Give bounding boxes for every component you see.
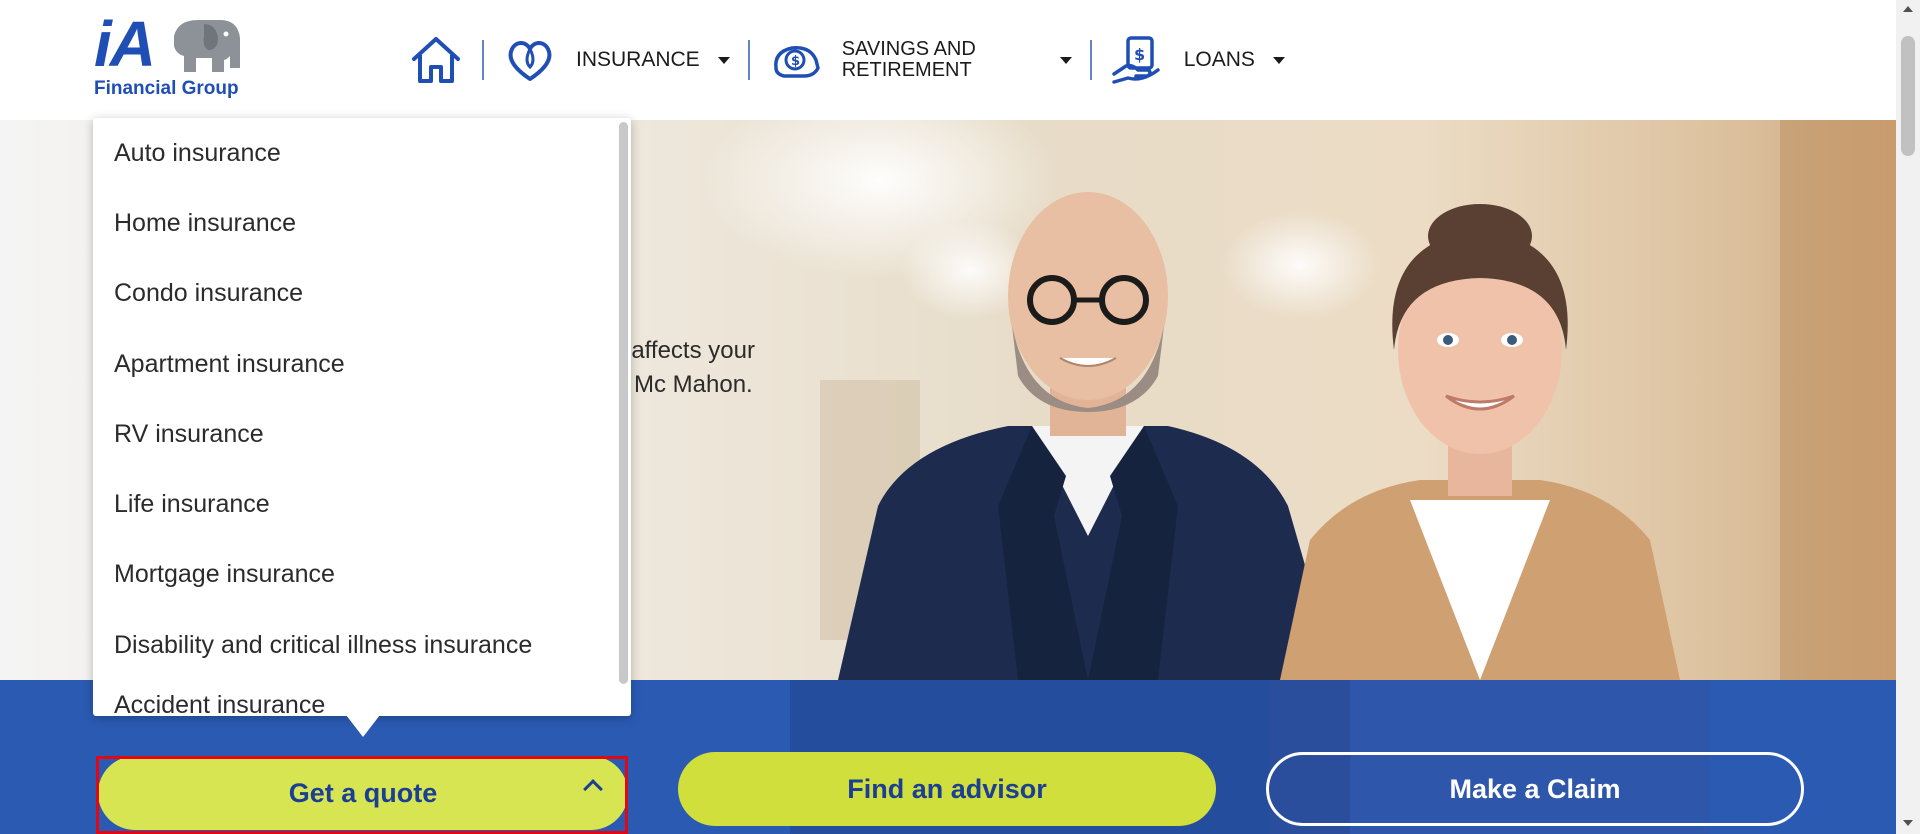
dropdown-item-rv-insurance[interactable]: RV insurance (93, 399, 631, 469)
piggy-bank-dollar-icon: $ (768, 32, 824, 88)
nav-loans[interactable]: $ LOANS (1110, 32, 1285, 88)
hero-text-line: t affects your (618, 337, 755, 364)
nav-insurance[interactable]: INSURANCE (502, 32, 730, 88)
heart-icon (502, 32, 558, 88)
chevron-up-icon (583, 779, 603, 799)
chevron-down-icon (1059, 56, 1072, 64)
hero-woman-photo (1280, 204, 1680, 680)
nav-divider (747, 40, 750, 80)
nav-insurance-label: INSURANCE (576, 48, 700, 71)
dropdown-item-life-insurance[interactable]: Life insurance (93, 469, 631, 539)
scroll-up-icon[interactable] (1903, 6, 1913, 12)
ia-financial-group-logo[interactable]: iA Financial Group (94, 12, 254, 100)
make-a-claim-label: Make a Claim (1449, 773, 1621, 804)
logo-brand-text: iA (94, 8, 156, 80)
nav-home-button[interactable] (408, 32, 464, 88)
scroll-down-icon[interactable] (1903, 820, 1913, 826)
nav-savings-label: SAVINGS AND RETIREMENT (841, 38, 976, 81)
get-a-quote-label: Get a quote (288, 777, 438, 808)
svg-text:$: $ (1134, 45, 1145, 64)
dropdown-item-accident-insurance[interactable]: Accident insurance (93, 680, 631, 716)
dropdown-scrollbar[interactable] (619, 122, 628, 684)
find-an-advisor-button[interactable]: Find an advisor (678, 752, 1216, 826)
hand-dollar-icon: $ (1110, 32, 1166, 88)
home-icon (412, 37, 460, 83)
make-a-claim-button[interactable]: Make a Claim (1266, 752, 1804, 826)
scrollbar-thumb[interactable] (1901, 36, 1915, 156)
site-header: iA Financial Group INSURANCE $ SAVINGS A… (0, 0, 1896, 120)
elephant-logo-icon (174, 20, 240, 72)
hero-text-line: Mc Mahon. (634, 371, 753, 398)
nav-divider (482, 40, 484, 80)
dropdown-item-apartment-insurance[interactable]: Apartment insurance (93, 329, 631, 399)
chevron-down-icon (1272, 56, 1285, 64)
nav-divider (1089, 40, 1092, 80)
logo-name-text: Financial Group (94, 78, 239, 99)
dropdown-item-mortgage-insurance[interactable]: Mortgage insurance (93, 540, 631, 610)
dropdown-pointer (346, 715, 380, 737)
dropdown-item-home-insurance[interactable]: Home insurance (93, 188, 631, 258)
hero-text: t affects your Mc Mahon. (618, 334, 755, 402)
dropdown-item-condo-insurance[interactable]: Condo insurance (93, 259, 631, 329)
quote-dropdown-list: Auto insurance Home insurance Condo insu… (93, 118, 631, 716)
get-a-quote-button[interactable]: Get a quote (98, 756, 628, 830)
quote-dropdown-menu: Auto insurance Home insurance Condo insu… (93, 118, 631, 716)
nav-savings-retirement[interactable]: $ SAVINGS AND RETIREMENT (768, 32, 1072, 88)
page: iA Financial Group INSURANCE $ SAVINGS A… (0, 0, 1920, 834)
dropdown-item-disability-critical-illness-insurance[interactable]: Disability and critical illness insuranc… (93, 610, 631, 680)
svg-text:$: $ (791, 54, 800, 69)
nav-loans-label: LOANS (1183, 48, 1255, 71)
dropdown-item-auto-insurance[interactable]: Auto insurance (93, 118, 631, 188)
main-nav: INSURANCE $ SAVINGS AND RETIREMENT $ LOA… (408, 28, 1285, 92)
page-scrollbar[interactable] (1896, 0, 1920, 834)
chevron-down-icon (717, 56, 730, 64)
find-an-advisor-label: Find an advisor (847, 773, 1047, 804)
